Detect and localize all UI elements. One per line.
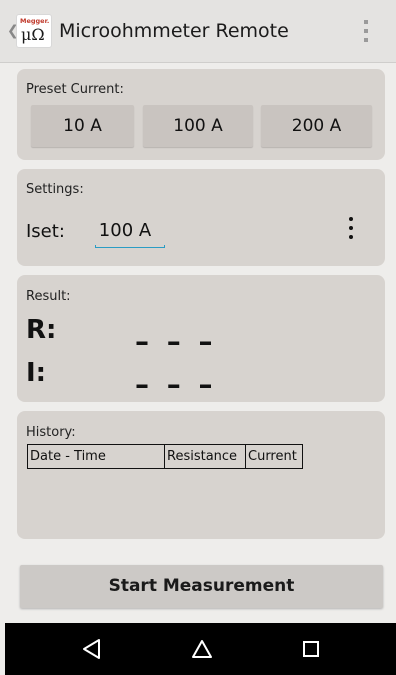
resistance-value: – – – [135,325,217,358]
app-bar: ❮ Megger. μΩ Microohmmeter Remote [0,0,396,63]
preset-200a-button[interactable]: 200 A [261,105,372,147]
nav-back-icon[interactable] [81,638,103,660]
preset-10a-button[interactable]: 10 A [31,105,134,147]
current-label: I: [26,358,47,388]
system-nav-bar [5,623,396,675]
settings-label: Settings: [26,182,84,197]
resistance-label: R: [26,315,57,345]
current-value: – – – [135,368,217,401]
logo-symbol: μΩ [21,25,45,44]
nav-home-icon[interactable] [190,637,214,661]
overflow-menu-icon[interactable] [360,18,372,44]
history-table: Date - Time Resistance Current [27,444,303,469]
result-label: Result: [26,289,71,304]
settings-card: Settings: Iset: 100 A [17,169,385,266]
settings-more-vert-icon[interactable] [347,217,355,241]
preset-100a-button[interactable]: 100 A [143,105,253,147]
iset-field-underline [95,245,165,248]
nav-recents-icon[interactable] [302,640,320,658]
iset-label: Iset: [26,221,65,242]
logo-brand-text: Megger. [20,17,50,25]
history-col-resistance: Resistance [164,444,246,469]
start-measurement-button[interactable]: Start Measurement [20,565,383,608]
preset-current-card: Preset Current: 10 A 100 A 200 A [17,69,385,160]
history-label: History: [26,425,76,440]
history-col-current: Current [245,444,303,469]
history-card: History: Date - Time Resistance Current [17,411,385,539]
app-title: Microohmmeter Remote [59,20,289,42]
history-col-date-time: Date - Time [27,444,165,469]
app-logo: Megger. μΩ [16,14,52,48]
iset-value-field[interactable]: 100 A [88,217,162,244]
history-header-row: Date - Time Resistance Current [27,444,303,469]
result-card: Result: R: – – – I: – – – [17,275,385,402]
preset-current-label: Preset Current: [26,82,124,97]
